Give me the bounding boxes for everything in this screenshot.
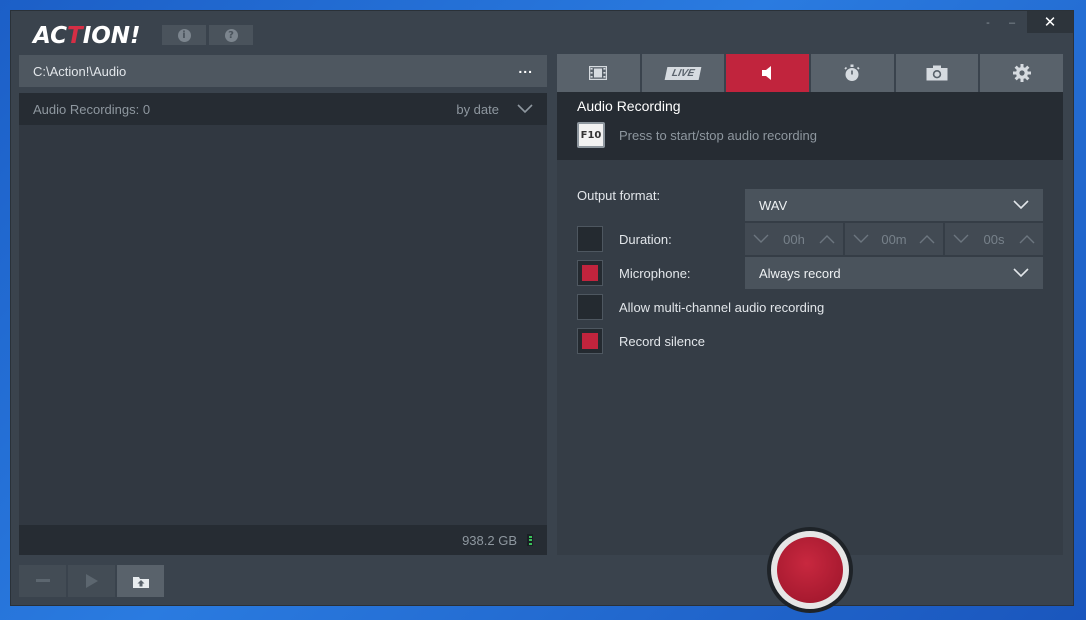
info-icon: i — [177, 28, 191, 42]
live-label: LIVE — [670, 67, 696, 79]
sort-dropdown[interactable]: by date — [456, 102, 499, 117]
microphone-row: Microphone: — [577, 260, 691, 286]
tab-audio[interactable] — [726, 54, 810, 92]
duration-label: Duration: — [619, 231, 672, 247]
tab-settings[interactable] — [980, 54, 1064, 92]
multichannel-checkbox[interactable] — [577, 294, 603, 320]
duration-hours-stepper[interactable]: 00h — [745, 223, 843, 255]
help-icon: ? — [224, 28, 238, 42]
tab-live[interactable]: LIVE — [641, 54, 725, 92]
record-button[interactable] — [777, 537, 843, 603]
chevron-up-icon[interactable] — [1019, 234, 1035, 244]
mode-tabs: LIVE — [557, 54, 1064, 92]
close-icon: ✕ — [1043, 14, 1057, 31]
open-folder-button[interactable] — [117, 565, 164, 597]
microphone-label: Microphone: — [619, 265, 691, 281]
multichannel-row: Allow multi-channel audio recording — [577, 294, 824, 320]
tab-video[interactable] — [557, 54, 640, 92]
restore-button[interactable]: - — [977, 13, 999, 33]
stopwatch-icon — [844, 64, 860, 81]
recordings-list: Audio Recordings: 0 by date 938.2 GB — [19, 93, 547, 555]
list-toolbar — [19, 565, 164, 597]
folder-path: C:\Action!\Audio — [33, 63, 127, 79]
output-format-label: Output format: — [577, 188, 661, 203]
duration-seconds: 00s — [983, 231, 1005, 247]
camera-icon — [926, 65, 948, 81]
play-button[interactable] — [68, 565, 115, 597]
folder-path-bar[interactable]: C:\Action!\Audio ... — [19, 55, 547, 87]
output-format-dropdown[interactable]: WAV — [745, 189, 1043, 221]
action-logo: AC T ION! — [33, 23, 141, 49]
audio-recording-header: Audio Recording F10 Press to start/stop … — [557, 92, 1063, 160]
tab-screenshot[interactable] — [895, 54, 979, 92]
minimize-button[interactable]: – — [1001, 13, 1023, 33]
multichannel-label: Allow multi-channel audio recording — [619, 299, 825, 315]
play-icon — [85, 574, 98, 588]
chevron-up-icon[interactable] — [819, 234, 835, 244]
chevron-down-icon[interactable] — [753, 234, 769, 244]
chevron-down-icon — [1013, 200, 1029, 210]
drive-space-icon — [527, 534, 533, 546]
microphone-value: Always record — [759, 265, 841, 281]
duration-row: Duration: — [577, 226, 672, 252]
speaker-icon — [761, 66, 771, 80]
output-format-row: Output format: — [577, 188, 660, 203]
film-icon — [589, 66, 608, 80]
duration-checkbox[interactable] — [577, 226, 603, 252]
app-window: AC T ION! i ? - – ✕ C:\Action!\Audio ... A… — [10, 10, 1074, 613]
restore-icon: - — [986, 17, 990, 29]
duration-seconds-stepper[interactable]: 00s — [945, 223, 1043, 255]
logo-text-tail: ION! — [82, 23, 141, 49]
info-button[interactable]: i — [162, 25, 206, 45]
record-button-ring — [771, 531, 849, 609]
record-silence-checkbox[interactable] — [577, 328, 603, 354]
logo-text-red: T — [66, 23, 83, 49]
duration-minutes-stepper[interactable]: 00m — [845, 223, 943, 255]
chevron-down-icon[interactable] — [953, 234, 969, 244]
list-header: Audio Recordings: 0 by date — [19, 93, 547, 125]
section-title: Audio Recording — [577, 98, 681, 114]
record-silence-row: Record silence — [577, 328, 705, 354]
microphone-dropdown[interactable]: Always record — [745, 257, 1043, 289]
hotkey-row: F10 Press to start/stop audio recording — [577, 122, 1043, 148]
duration-hours: 00h — [783, 231, 805, 247]
chevron-down-icon — [1013, 268, 1029, 278]
gear-icon — [1012, 64, 1031, 82]
microphone-checkbox[interactable] — [577, 260, 603, 286]
minimize-icon: – — [1008, 17, 1016, 29]
live-icon: LIVE — [664, 66, 702, 80]
audio-settings-panel: Audio Recording F10 Press to start/stop … — [557, 92, 1063, 555]
chevron-down-icon[interactable] — [517, 104, 533, 114]
recordings-count: Audio Recordings: 0 — [33, 101, 151, 117]
record-button-frame — [767, 527, 853, 613]
logo-text-main: AC — [33, 23, 67, 49]
minus-icon — [35, 579, 50, 582]
folder-upload-icon — [132, 576, 149, 588]
hotkey-key[interactable]: F10 — [577, 122, 605, 148]
record-silence-label: Record silence — [619, 333, 705, 349]
help-button[interactable]: ? — [209, 25, 253, 45]
chevron-up-icon[interactable] — [919, 234, 935, 244]
browse-folder-button[interactable]: ... — [518, 60, 533, 76]
output-format-value: WAV — [759, 197, 788, 213]
tab-benchmark[interactable] — [811, 54, 894, 92]
duration-minutes: 00m — [881, 231, 907, 247]
free-space: 938.2 GB — [462, 532, 517, 548]
chevron-down-icon[interactable] — [853, 234, 869, 244]
hotkey-description: Press to start/stop audio recording — [619, 127, 817, 143]
list-footer: 938.2 GB — [19, 525, 547, 555]
close-button[interactable]: ✕ — [1027, 11, 1073, 33]
delete-button[interactable] — [19, 565, 66, 597]
